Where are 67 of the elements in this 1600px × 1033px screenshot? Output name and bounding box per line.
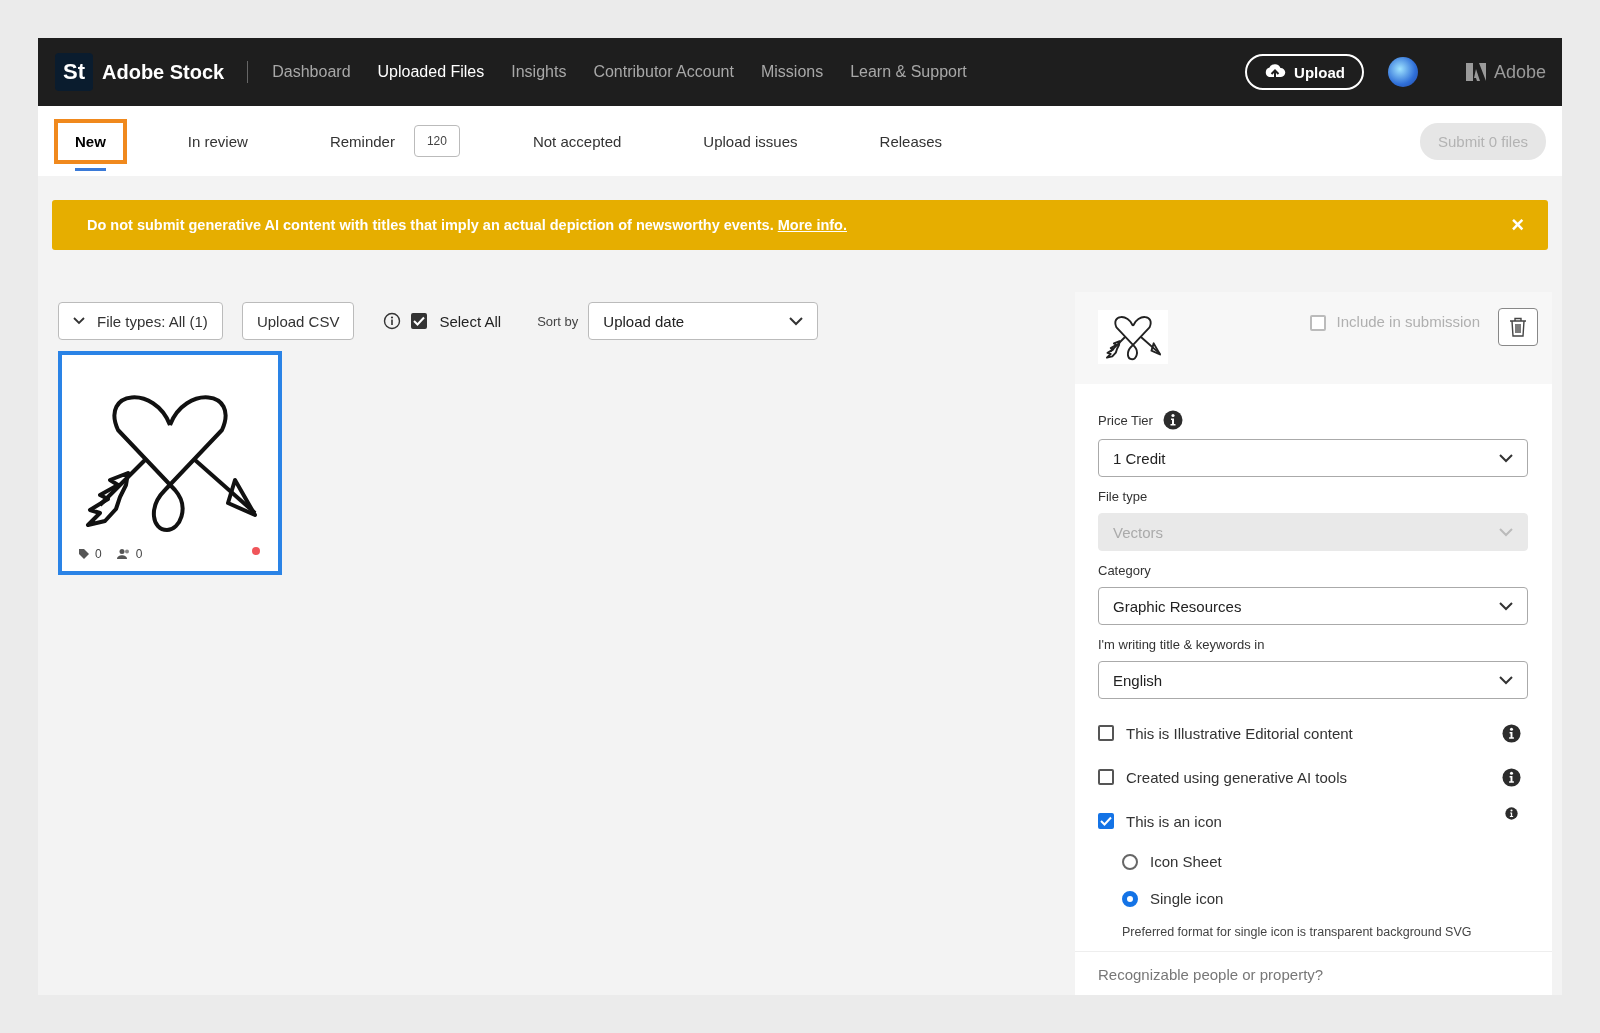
field-label: File type xyxy=(1098,489,1148,504)
file-card[interactable]: 0 0 xyxy=(58,351,282,575)
banner-message: Do not submit generative AI content with titles that imply an actual depiction of newsworthy events. More info. xyxy=(87,217,848,233)
count-badge: 120 xyxy=(413,125,460,157)
tab[interactable]: Upload issues xyxy=(682,118,819,164)
logo[interactable]: St xyxy=(55,53,93,91)
select-all-checkbox[interactable] xyxy=(411,313,428,329)
info-icon[interactable] xyxy=(1502,723,1521,743)
radio-label: Icon Sheet xyxy=(1150,853,1222,870)
upload-csv-button[interactable]: Upload CSV xyxy=(241,302,355,340)
sort-dropdown[interactable]: Upload date xyxy=(588,302,819,340)
chevron-down-icon xyxy=(1499,601,1513,611)
section-title[interactable]: Recognizable people or property? xyxy=(1098,966,1324,983)
tab[interactable]: In review xyxy=(166,118,269,164)
nav-link[interactable]: Insights xyxy=(511,63,567,81)
tab[interactable]: New xyxy=(54,118,127,164)
dropdown[interactable]: English xyxy=(1098,661,1528,699)
include-checkbox[interactable] xyxy=(1309,315,1326,331)
checkbox-label: Created using generative AI tools xyxy=(1126,768,1347,786)
avatar[interactable] xyxy=(1387,57,1418,87)
file-type-filter[interactable]: File types: All (1) xyxy=(58,302,223,340)
checkbox[interactable] xyxy=(1098,725,1114,741)
nav-link[interactable]: Dashboard xyxy=(272,63,351,81)
nav-link[interactable]: Learn & Support xyxy=(850,63,967,81)
dropdown[interactable]: 1 Credit xyxy=(1098,439,1528,477)
adobe-logo-icon xyxy=(1465,63,1486,81)
chevron-down-icon xyxy=(1499,675,1513,685)
tab[interactable]: Releases xyxy=(858,118,964,164)
trash-icon xyxy=(1509,317,1527,337)
checkbox-label: This is Illustrative Editorial content xyxy=(1126,724,1353,742)
info-icon[interactable] xyxy=(383,312,402,330)
adobe-label: Adobe xyxy=(1493,61,1546,83)
dropdown[interactable]: Graphic Resources xyxy=(1098,587,1528,625)
checkbox-label: This is an icon xyxy=(1126,812,1222,830)
chevron-down-icon xyxy=(1499,453,1513,463)
field-label: Category xyxy=(1098,563,1151,578)
field-label: I'm writing title & keywords in xyxy=(1098,637,1265,652)
checkbox[interactable] xyxy=(1098,769,1114,785)
info-icon[interactable] xyxy=(1502,767,1521,787)
brand-name: Adobe Stock xyxy=(102,60,225,84)
people-icon xyxy=(116,548,131,560)
upload-button[interactable]: Upload xyxy=(1245,54,1364,90)
select-all-label: Select All xyxy=(439,312,502,330)
people-count: 0 xyxy=(135,547,143,561)
status-dot xyxy=(252,547,260,555)
sort-label: Sort by xyxy=(537,313,579,329)
tab[interactable]: Not accepted xyxy=(511,118,643,164)
radio-label: Single icon xyxy=(1150,890,1224,907)
chevron-down-icon xyxy=(73,317,85,325)
tab[interactable]: Reminder xyxy=(308,118,416,164)
format-note: Preferred format for single icon is transparent background SVG xyxy=(1121,924,1473,939)
nav-link[interactable]: Contributor Account xyxy=(593,63,734,81)
chevron-down-icon xyxy=(789,316,804,326)
delete-button[interactable] xyxy=(1498,308,1538,346)
chevron-down-icon xyxy=(1499,527,1513,537)
tag-icon xyxy=(78,548,90,560)
radio-button[interactable] xyxy=(1122,853,1138,870)
radio-button[interactable] xyxy=(1122,890,1138,907)
selected-tab-indicator xyxy=(75,167,106,171)
info-icon[interactable] xyxy=(1505,806,1518,820)
checkbox[interactable] xyxy=(1098,813,1114,829)
nav-link[interactable]: Missions xyxy=(760,63,824,81)
include-label: Include in submission xyxy=(1336,313,1480,330)
info-icon[interactable] xyxy=(1162,410,1183,430)
field-label: Price Tier xyxy=(1098,412,1153,428)
nav-link[interactable]: Uploaded Files xyxy=(377,63,485,81)
keyword-count: 0 xyxy=(95,547,102,561)
